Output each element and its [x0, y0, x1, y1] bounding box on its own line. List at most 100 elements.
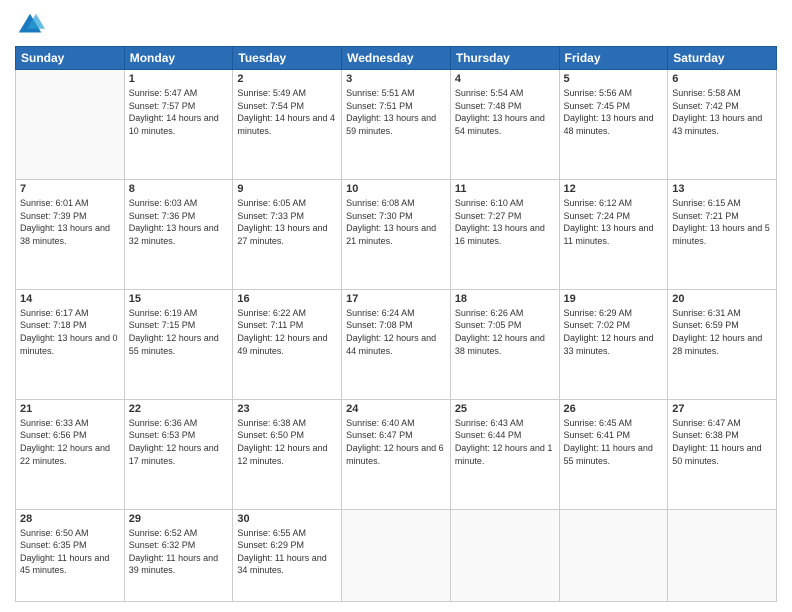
day-number: 4	[455, 73, 555, 85]
calendar-table: SundayMondayTuesdayWednesdayThursdayFrid…	[15, 46, 777, 602]
calendar-cell: 22 Sunrise: 6:36 AM Sunset: 6:53 PM Dayl…	[124, 399, 233, 509]
day-number: 5	[564, 73, 664, 85]
day-number: 8	[129, 183, 229, 195]
calendar-cell: 3 Sunrise: 5:51 AM Sunset: 7:51 PM Dayli…	[342, 70, 451, 180]
calendar-cell: 16 Sunrise: 6:22 AM Sunset: 7:11 PM Dayl…	[233, 289, 342, 399]
day-number: 18	[455, 293, 555, 305]
day-info: Sunrise: 6:10 AM Sunset: 7:27 PM Dayligh…	[455, 197, 555, 247]
day-info: Sunrise: 5:47 AM Sunset: 7:57 PM Dayligh…	[129, 87, 229, 137]
calendar-cell: 25 Sunrise: 6:43 AM Sunset: 6:44 PM Dayl…	[450, 399, 559, 509]
logo-icon	[15, 10, 45, 40]
calendar-cell: 26 Sunrise: 6:45 AM Sunset: 6:41 PM Dayl…	[559, 399, 668, 509]
calendar-cell	[559, 509, 668, 601]
weekday-header: Thursday	[450, 47, 559, 70]
calendar-cell: 19 Sunrise: 6:29 AM Sunset: 7:02 PM Dayl…	[559, 289, 668, 399]
header	[15, 10, 777, 40]
day-number: 16	[237, 293, 337, 305]
calendar-cell: 9 Sunrise: 6:05 AM Sunset: 7:33 PM Dayli…	[233, 179, 342, 289]
day-number: 21	[20, 403, 120, 415]
day-number: 2	[237, 73, 337, 85]
day-info: Sunrise: 6:05 AM Sunset: 7:33 PM Dayligh…	[237, 197, 337, 247]
day-info: Sunrise: 5:54 AM Sunset: 7:48 PM Dayligh…	[455, 87, 555, 137]
day-info: Sunrise: 5:58 AM Sunset: 7:42 PM Dayligh…	[672, 87, 772, 137]
calendar-cell: 15 Sunrise: 6:19 AM Sunset: 7:15 PM Dayl…	[124, 289, 233, 399]
day-info: Sunrise: 6:22 AM Sunset: 7:11 PM Dayligh…	[237, 307, 337, 357]
day-info: Sunrise: 6:55 AM Sunset: 6:29 PM Dayligh…	[237, 527, 337, 577]
calendar-cell: 27 Sunrise: 6:47 AM Sunset: 6:38 PM Dayl…	[668, 399, 777, 509]
day-number: 25	[455, 403, 555, 415]
day-info: Sunrise: 5:51 AM Sunset: 7:51 PM Dayligh…	[346, 87, 446, 137]
day-number: 19	[564, 293, 664, 305]
day-info: Sunrise: 6:40 AM Sunset: 6:47 PM Dayligh…	[346, 417, 446, 467]
calendar-cell: 10 Sunrise: 6:08 AM Sunset: 7:30 PM Dayl…	[342, 179, 451, 289]
day-info: Sunrise: 6:38 AM Sunset: 6:50 PM Dayligh…	[237, 417, 337, 467]
day-info: Sunrise: 6:08 AM Sunset: 7:30 PM Dayligh…	[346, 197, 446, 247]
calendar-cell	[668, 509, 777, 601]
day-number: 26	[564, 403, 664, 415]
calendar-cell: 29 Sunrise: 6:52 AM Sunset: 6:32 PM Dayl…	[124, 509, 233, 601]
day-number: 22	[129, 403, 229, 415]
day-info: Sunrise: 6:19 AM Sunset: 7:15 PM Dayligh…	[129, 307, 229, 357]
calendar-cell: 20 Sunrise: 6:31 AM Sunset: 6:59 PM Dayl…	[668, 289, 777, 399]
calendar-cell	[342, 509, 451, 601]
day-number: 3	[346, 73, 446, 85]
calendar-cell: 18 Sunrise: 6:26 AM Sunset: 7:05 PM Dayl…	[450, 289, 559, 399]
day-info: Sunrise: 6:26 AM Sunset: 7:05 PM Dayligh…	[455, 307, 555, 357]
page: SundayMondayTuesdayWednesdayThursdayFrid…	[0, 0, 792, 612]
day-number: 15	[129, 293, 229, 305]
day-number: 10	[346, 183, 446, 195]
day-info: Sunrise: 6:17 AM Sunset: 7:18 PM Dayligh…	[20, 307, 120, 357]
day-number: 7	[20, 183, 120, 195]
weekday-header: Tuesday	[233, 47, 342, 70]
day-info: Sunrise: 6:12 AM Sunset: 7:24 PM Dayligh…	[564, 197, 664, 247]
calendar-cell: 30 Sunrise: 6:55 AM Sunset: 6:29 PM Dayl…	[233, 509, 342, 601]
calendar-cell: 12 Sunrise: 6:12 AM Sunset: 7:24 PM Dayl…	[559, 179, 668, 289]
day-info: Sunrise: 6:03 AM Sunset: 7:36 PM Dayligh…	[129, 197, 229, 247]
day-info: Sunrise: 6:52 AM Sunset: 6:32 PM Dayligh…	[129, 527, 229, 577]
day-number: 29	[129, 513, 229, 525]
calendar-cell: 8 Sunrise: 6:03 AM Sunset: 7:36 PM Dayli…	[124, 179, 233, 289]
day-number: 14	[20, 293, 120, 305]
calendar-cell	[450, 509, 559, 601]
day-info: Sunrise: 6:29 AM Sunset: 7:02 PM Dayligh…	[564, 307, 664, 357]
day-number: 30	[237, 513, 337, 525]
day-number: 27	[672, 403, 772, 415]
day-number: 28	[20, 513, 120, 525]
day-info: Sunrise: 6:24 AM Sunset: 7:08 PM Dayligh…	[346, 307, 446, 357]
calendar-cell: 21 Sunrise: 6:33 AM Sunset: 6:56 PM Dayl…	[16, 399, 125, 509]
calendar-cell: 7 Sunrise: 6:01 AM Sunset: 7:39 PM Dayli…	[16, 179, 125, 289]
calendar-cell: 6 Sunrise: 5:58 AM Sunset: 7:42 PM Dayli…	[668, 70, 777, 180]
day-number: 9	[237, 183, 337, 195]
day-number: 20	[672, 293, 772, 305]
day-number: 13	[672, 183, 772, 195]
weekday-header: Saturday	[668, 47, 777, 70]
calendar-cell: 1 Sunrise: 5:47 AM Sunset: 7:57 PM Dayli…	[124, 70, 233, 180]
calendar-cell: 5 Sunrise: 5:56 AM Sunset: 7:45 PM Dayli…	[559, 70, 668, 180]
day-info: Sunrise: 6:50 AM Sunset: 6:35 PM Dayligh…	[20, 527, 120, 577]
day-info: Sunrise: 5:49 AM Sunset: 7:54 PM Dayligh…	[237, 87, 337, 137]
day-info: Sunrise: 6:01 AM Sunset: 7:39 PM Dayligh…	[20, 197, 120, 247]
calendar-cell: 4 Sunrise: 5:54 AM Sunset: 7:48 PM Dayli…	[450, 70, 559, 180]
day-info: Sunrise: 6:33 AM Sunset: 6:56 PM Dayligh…	[20, 417, 120, 467]
logo	[15, 10, 49, 40]
calendar-cell	[16, 70, 125, 180]
day-number: 6	[672, 73, 772, 85]
day-info: Sunrise: 6:36 AM Sunset: 6:53 PM Dayligh…	[129, 417, 229, 467]
calendar-cell: 13 Sunrise: 6:15 AM Sunset: 7:21 PM Dayl…	[668, 179, 777, 289]
day-number: 17	[346, 293, 446, 305]
calendar-cell: 28 Sunrise: 6:50 AM Sunset: 6:35 PM Dayl…	[16, 509, 125, 601]
weekday-header: Wednesday	[342, 47, 451, 70]
weekday-header: Monday	[124, 47, 233, 70]
day-info: Sunrise: 6:43 AM Sunset: 6:44 PM Dayligh…	[455, 417, 555, 467]
day-number: 24	[346, 403, 446, 415]
calendar-cell: 24 Sunrise: 6:40 AM Sunset: 6:47 PM Dayl…	[342, 399, 451, 509]
calendar-cell: 17 Sunrise: 6:24 AM Sunset: 7:08 PM Dayl…	[342, 289, 451, 399]
day-number: 11	[455, 183, 555, 195]
day-info: Sunrise: 6:31 AM Sunset: 6:59 PM Dayligh…	[672, 307, 772, 357]
weekday-header: Friday	[559, 47, 668, 70]
weekday-header: Sunday	[16, 47, 125, 70]
day-info: Sunrise: 5:56 AM Sunset: 7:45 PM Dayligh…	[564, 87, 664, 137]
calendar-cell: 11 Sunrise: 6:10 AM Sunset: 7:27 PM Dayl…	[450, 179, 559, 289]
day-info: Sunrise: 6:47 AM Sunset: 6:38 PM Dayligh…	[672, 417, 772, 467]
day-info: Sunrise: 6:45 AM Sunset: 6:41 PM Dayligh…	[564, 417, 664, 467]
